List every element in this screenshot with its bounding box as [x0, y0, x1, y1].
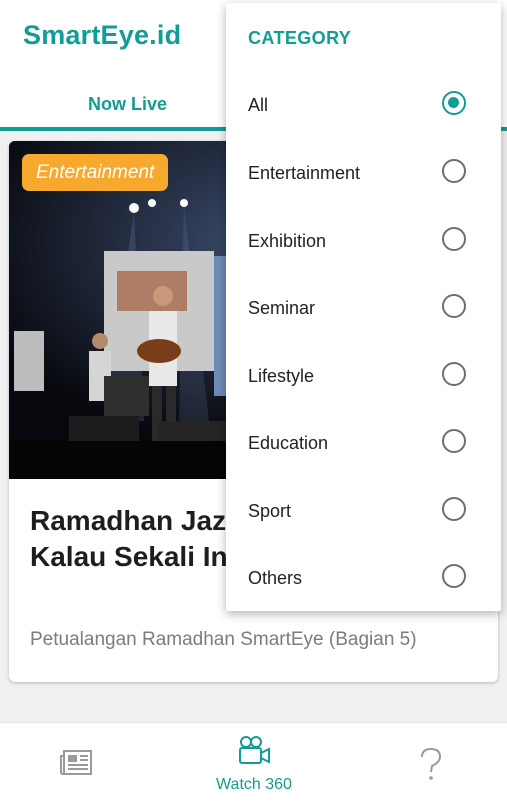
radio-unselected-icon[interactable]	[442, 497, 466, 521]
nav-watch-label: Watch 360	[216, 776, 292, 793]
radio-unselected-icon[interactable]	[442, 429, 466, 453]
menu-item-label: Seminar	[248, 298, 316, 318]
radio-unselected-icon[interactable]	[442, 159, 466, 183]
menu-item-entertainment[interactable]: Entertainment	[226, 143, 501, 203]
radio-unselected-icon[interactable]	[442, 362, 466, 386]
video-camera-icon	[239, 736, 270, 764]
menu-item-sport[interactable]: Sport	[226, 481, 501, 541]
tab-now-live[interactable]: Now Live	[88, 94, 167, 115]
radio-unselected-icon[interactable]	[442, 294, 466, 318]
nav-news[interactable]	[60, 750, 92, 781]
menu-header: CATEGORY	[248, 28, 352, 48]
radio-unselected-icon[interactable]	[442, 227, 466, 251]
menu-item-seminar[interactable]: Seminar	[226, 278, 501, 338]
menu-item-education[interactable]: Education	[226, 413, 501, 473]
menu-item-label: Sport	[248, 501, 292, 521]
nav-watch-360[interactable]: Watch 360	[213, 735, 295, 794]
bottom-navigation: Watch 360	[0, 722, 507, 801]
menu-item-others[interactable]: Others	[226, 548, 501, 608]
video-subtitle: Petualangan Ramadhan SmartEye (Bagian 5)	[30, 629, 417, 650]
newspaper-icon	[60, 750, 92, 775]
menu-item-label: All	[248, 95, 269, 115]
menu-item-label: Others	[248, 568, 303, 588]
nav-help[interactable]	[419, 747, 443, 786]
category-menu: CATEGORY All Entertainment Exhibition Se…	[226, 3, 501, 611]
question-icon	[421, 747, 442, 780]
radio-selected-icon[interactable]	[442, 91, 466, 115]
menu-item-label: Entertainment	[248, 163, 361, 183]
menu-item-exhibition[interactable]: Exhibition	[226, 211, 501, 271]
menu-item-label: Exhibition	[248, 231, 327, 251]
category-badge: Entertainment	[22, 154, 169, 191]
menu-item-label: Education	[248, 433, 329, 453]
radio-unselected-icon[interactable]	[442, 564, 466, 588]
app-title: SmartEye.id	[23, 20, 182, 50]
menu-item-label: Lifestyle	[248, 366, 315, 386]
menu-item-lifestyle[interactable]: Lifestyle	[226, 346, 501, 406]
menu-item-all[interactable]: All	[226, 75, 501, 135]
